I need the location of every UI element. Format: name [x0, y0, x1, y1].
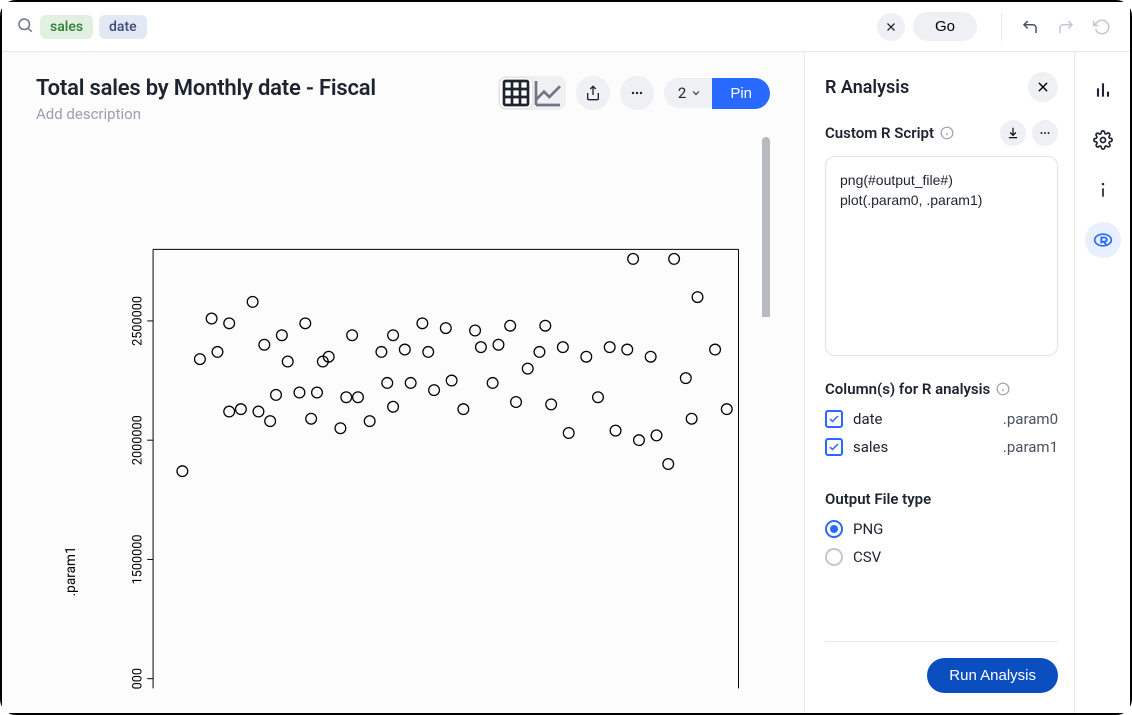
run-analysis-button[interactable]: Run Analysis: [927, 658, 1058, 693]
pin-group: 2 Pin: [664, 78, 770, 109]
column-name-date: date: [853, 410, 882, 428]
main-content: Total sales by Monthly date - Fiscal Add…: [2, 52, 804, 713]
columns-label: Column(s) for R analysis: [825, 380, 990, 398]
view-toggle: [498, 76, 566, 110]
download-script-button[interactable]: [1000, 120, 1026, 146]
radio-csv[interactable]: [825, 548, 843, 566]
output-label: Output File type: [825, 490, 1058, 508]
scatter-chart: 000 1500000 2000000 2500000 .param1: [36, 137, 758, 713]
rail-settings-button[interactable]: [1085, 122, 1121, 158]
chevron-down-icon: [690, 87, 702, 99]
pin-count: 2: [678, 84, 686, 102]
column-param-sales: .param1: [1003, 438, 1058, 456]
column-checkbox-date[interactable]: [825, 410, 843, 428]
search-icon: [16, 16, 34, 38]
search-chip-date[interactable]: date: [99, 15, 147, 39]
script-more-button[interactable]: [1032, 120, 1058, 146]
output-csv-label: CSV: [853, 548, 881, 566]
search-chip-sales[interactable]: sales: [40, 15, 93, 39]
panel-title: R Analysis: [825, 77, 909, 98]
output-png-label: PNG: [853, 520, 883, 538]
chart-view-button[interactable]: [532, 78, 564, 108]
svg-text:.param1: .param1: [63, 546, 79, 596]
column-row-sales: sales .param1: [825, 438, 1058, 456]
svg-text:000: 000: [130, 668, 145, 689]
column-name-sales: sales: [853, 438, 888, 456]
radio-png[interactable]: [825, 520, 843, 538]
column-checkbox-sales[interactable]: [825, 438, 843, 456]
redo-button[interactable]: [1052, 13, 1080, 41]
go-button[interactable]: Go: [913, 12, 977, 41]
column-row-date: date .param0: [825, 410, 1058, 428]
pin-button[interactable]: Pin: [712, 78, 770, 109]
svg-text:1500000: 1500000: [130, 534, 145, 584]
clear-search-button[interactable]: [877, 13, 905, 41]
search-bar: sales date Go: [2, 2, 1130, 52]
svg-text:2500000: 2500000: [130, 296, 145, 346]
output-option-csv[interactable]: CSV: [825, 548, 1058, 566]
rail-info-button[interactable]: [1085, 172, 1121, 208]
right-rail: [1074, 52, 1130, 713]
svg-text:2000000: 2000000: [130, 415, 145, 465]
table-view-button[interactable]: [500, 78, 532, 108]
script-label: Custom R Script: [825, 124, 934, 142]
r-script-editor[interactable]: png(#output_file#) plot(.param0, .param1…: [825, 156, 1058, 356]
description-placeholder[interactable]: Add description: [36, 105, 376, 123]
info-icon: [940, 126, 954, 140]
info-icon: [996, 382, 1010, 396]
column-param-date: .param0: [1003, 410, 1058, 428]
output-option-png[interactable]: PNG: [825, 520, 1058, 538]
undo-button[interactable]: [1016, 13, 1044, 41]
more-options-button[interactable]: [620, 76, 654, 110]
scrollbar[interactable]: [762, 137, 770, 713]
reset-button[interactable]: [1088, 13, 1116, 41]
rail-r-button[interactable]: [1085, 222, 1121, 258]
share-button[interactable]: [576, 76, 610, 110]
rail-chart-button[interactable]: [1085, 72, 1121, 108]
pin-count-dropdown[interactable]: 2: [664, 78, 712, 108]
close-panel-button[interactable]: [1028, 72, 1058, 102]
page-title: Total sales by Monthly date - Fiscal: [36, 76, 376, 101]
r-analysis-panel: R Analysis Custom R Script: [804, 52, 1074, 713]
